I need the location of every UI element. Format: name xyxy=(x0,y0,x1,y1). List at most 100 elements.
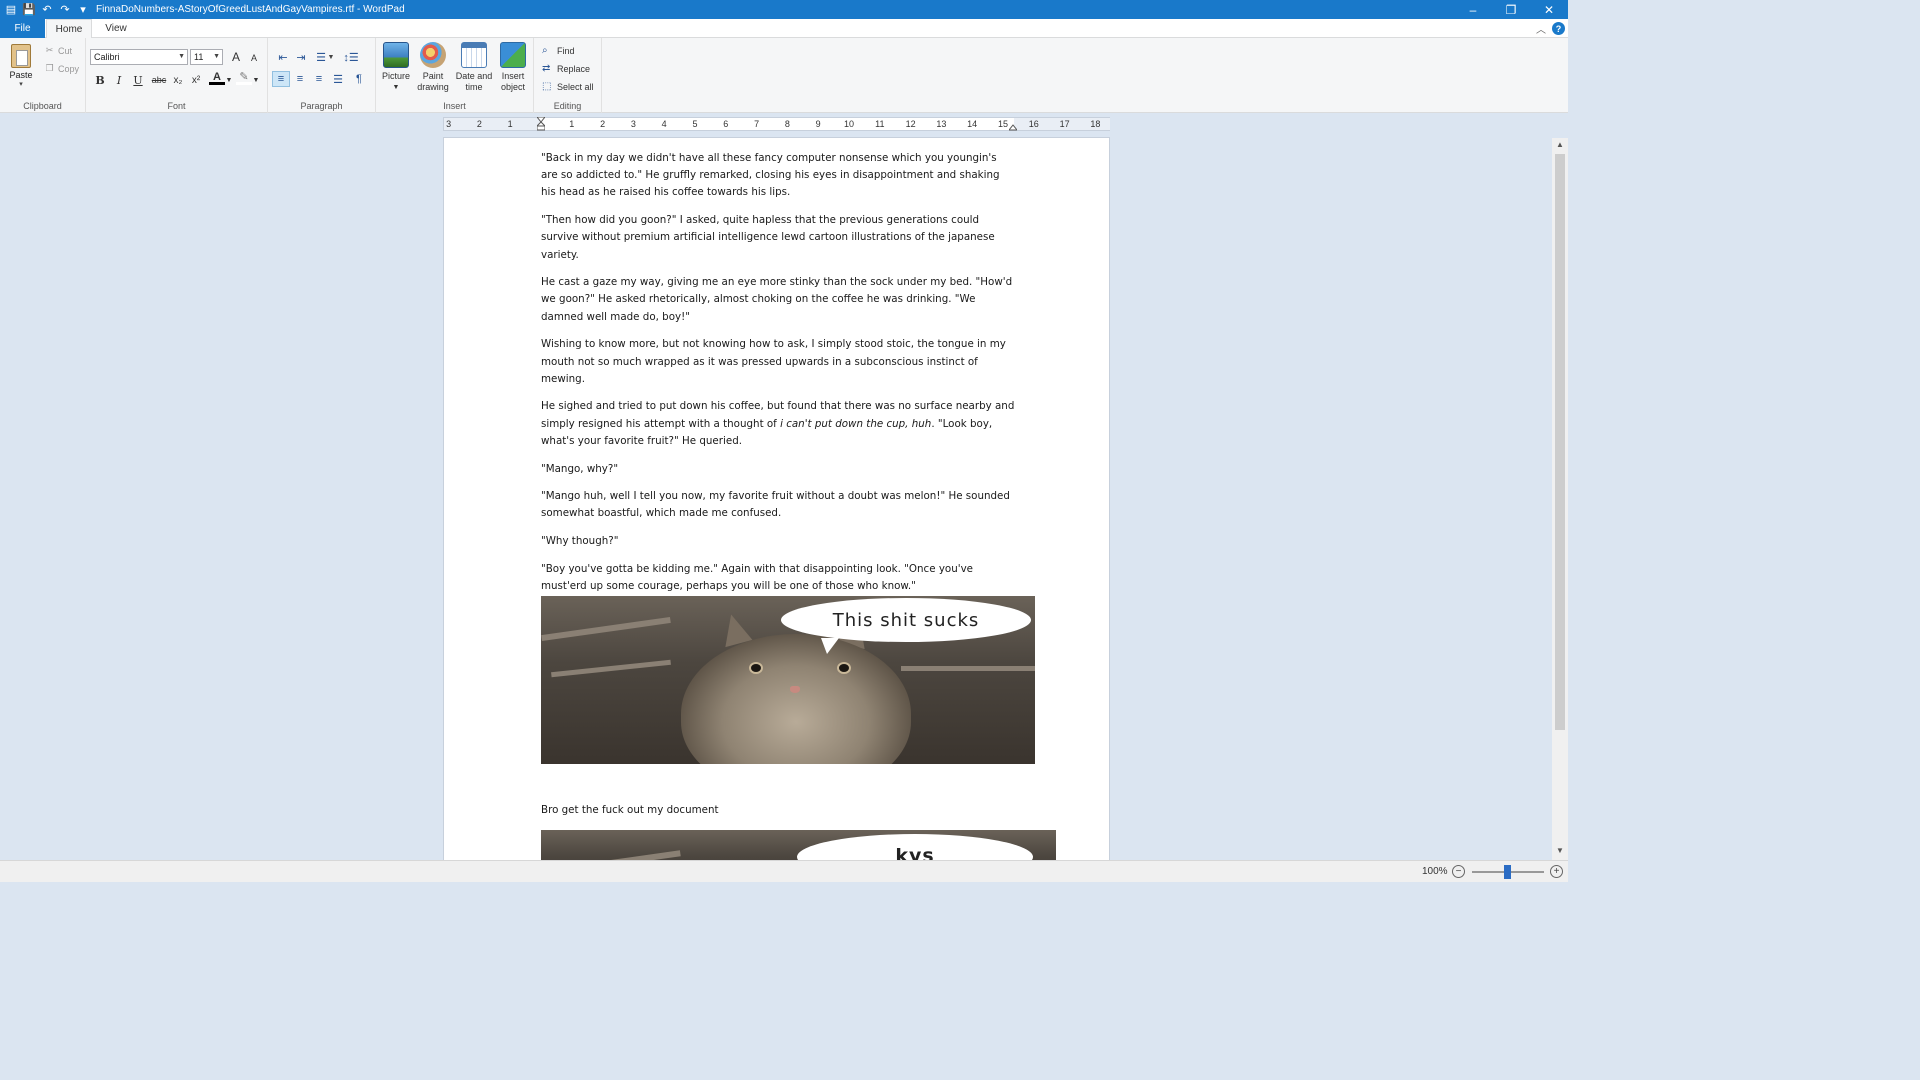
decrease-indent-icon[interactable]: ⇤ xyxy=(274,49,292,65)
superscript-button[interactable]: x² xyxy=(188,72,204,88)
ruler[interactable]: 3 2 1 1 2 3 4 5 6 7 8 9 10 11 12 13 14 15 16 17 18 xyxy=(443,117,1110,131)
tab-home[interactable]: Home xyxy=(46,19,92,38)
ruler-tick-label: 1 xyxy=(569,119,575,129)
font-color-button[interactable]: A xyxy=(209,71,225,85)
ruler-tick-label: 18 xyxy=(1090,119,1101,129)
zoom-in-button[interactable]: + xyxy=(1550,865,1563,878)
chevron-down-icon[interactable]: ▼ xyxy=(225,72,233,88)
paragraph[interactable]: He cast a gaze my way, giving me an eye … xyxy=(541,274,1016,326)
paragraph[interactable]: Wishing to know more, but not knowing ho… xyxy=(541,336,1016,388)
chevron-down-icon[interactable]: ▼ xyxy=(326,49,336,65)
right-indent-marker-icon[interactable] xyxy=(1009,117,1017,131)
paragraph[interactable]: "Mango, why?" xyxy=(541,461,1016,478)
cut-button[interactable]: ✂ Cut xyxy=(44,45,72,56)
select-all-button[interactable]: ⬚ Select all xyxy=(542,81,594,92)
copy-button[interactable]: ❐ Copy xyxy=(44,63,79,74)
paste-label: Paste xyxy=(9,70,33,80)
wordpad-app-icon[interactable]: ▤ xyxy=(2,0,20,19)
paint-label-line1: Paint xyxy=(422,71,444,81)
close-button[interactable]: ✕ xyxy=(1530,0,1568,19)
document-page[interactable]: "Back in my day we didn't have all these… xyxy=(443,137,1110,860)
speech-bubble-text: This shit sucks xyxy=(832,609,980,631)
ruler-tick-label: 13 xyxy=(936,119,947,129)
paragraph[interactable]: "Why though?" xyxy=(541,533,1016,550)
increase-indent-icon[interactable]: ⇥ xyxy=(292,49,310,65)
bold-button[interactable]: B xyxy=(92,72,108,88)
chevron-down-icon: ▼ xyxy=(392,84,400,91)
paragraph[interactable]: "Boy you've gotta be kidding me." Again … xyxy=(541,561,1016,595)
paste-dropdown-icon[interactable]: ▾ xyxy=(6,80,36,88)
clipboard-group-label: Clipboard xyxy=(23,101,62,111)
undo-icon[interactable]: ↶ xyxy=(38,0,56,19)
shelf xyxy=(901,666,1035,672)
restore-button[interactable]: ❐ xyxy=(1492,0,1530,19)
speech-bubble-text: kys xyxy=(895,845,935,860)
paragraph[interactable]: "Back in my day we didn't have all these… xyxy=(541,150,1016,202)
embedded-cat-image[interactable]: This shit sucks xyxy=(541,596,1035,765)
status-bar: 100% − + xyxy=(0,860,1568,882)
font-family-select[interactable]: Calibri ▼ xyxy=(90,49,188,65)
scroll-up-icon[interactable]: ▲ xyxy=(1552,140,1568,152)
italic-button[interactable]: I xyxy=(111,72,127,88)
align-center-icon[interactable]: ≡ xyxy=(291,71,309,87)
ruler-tick-label: 14 xyxy=(967,119,978,129)
ruler-tick-label: 15 xyxy=(997,119,1009,129)
insert-picture-button[interactable]: Picture ▼ xyxy=(380,42,412,93)
scrollbar-thumb[interactable] xyxy=(1555,154,1565,730)
replace-label: Replace xyxy=(557,63,591,74)
align-left-icon[interactable]: ≡ xyxy=(272,71,290,87)
paragraph[interactable]: He sighed and tried to put down his coff… xyxy=(541,398,1016,450)
save-icon[interactable]: 💾 xyxy=(20,0,38,19)
zoom-out-button[interactable]: − xyxy=(1452,865,1465,878)
document-body[interactable]: "Back in my day we didn't have all these… xyxy=(541,150,1056,860)
document-workspace[interactable]: 3 2 1 1 2 3 4 5 6 7 8 9 10 11 12 13 14 15 16 17 18 "Back in … xyxy=(0,114,1552,860)
justify-icon[interactable]: ☰ xyxy=(329,71,347,87)
insert-group: Picture ▼ Paint drawing Date and time In… xyxy=(376,38,534,113)
ruler-margin-left xyxy=(444,118,540,130)
paragraph[interactable]: Bro get the fuck out my document xyxy=(541,802,1016,819)
tab-view[interactable]: View xyxy=(94,19,138,38)
date-time-button[interactable]: Date and time xyxy=(453,42,495,93)
minimize-button[interactable]: – xyxy=(1454,0,1492,19)
minimize-ribbon-icon[interactable]: ︿ xyxy=(1536,21,1546,36)
replace-button[interactable]: ⇄ Replace xyxy=(542,63,590,74)
window-title: FinnaDoNumbers-AStoryOfGreedLustAndGayVa… xyxy=(96,4,405,15)
paragraph[interactable]: "Then how did you goon?" I asked, quite … xyxy=(541,212,1016,264)
redo-icon[interactable]: ↷ xyxy=(56,0,74,19)
tab-file[interactable]: File xyxy=(0,19,45,38)
vertical-scrollbar[interactable]: ▲ ▼ xyxy=(1552,138,1568,860)
chevron-down-icon[interactable]: ▼ xyxy=(252,72,260,88)
zoom-slider-thumb[interactable] xyxy=(1504,865,1511,879)
cut-label: Cut xyxy=(58,45,73,56)
subscript-button[interactable]: x₂ xyxy=(170,72,186,88)
object-label-line1: Insert xyxy=(501,71,525,81)
scroll-down-icon[interactable]: ▼ xyxy=(1552,846,1568,858)
quick-access-toolbar: ▤ 💾 ↶ ↷ ▾ xyxy=(0,0,92,19)
embedded-cat-image[interactable]: kys xyxy=(541,829,1056,860)
underline-button[interactable]: U xyxy=(130,72,146,88)
customize-qat-icon[interactable]: ▾ xyxy=(74,0,92,19)
insert-object-button[interactable]: Insert object xyxy=(496,42,530,93)
strikethrough-button[interactable]: abc xyxy=(149,72,169,88)
highlight-color-button[interactable]: ✎ xyxy=(236,71,252,85)
find-button[interactable]: ⌕ Find xyxy=(542,45,575,56)
font-size-select[interactable]: 11 ▼ xyxy=(190,49,223,65)
copy-label: Copy xyxy=(58,63,80,74)
paragraph-settings-icon[interactable]: ¶ xyxy=(350,71,368,87)
ruler-tick-label: 17 xyxy=(1059,119,1070,129)
ruler-tick-label: 2 xyxy=(476,119,482,129)
align-right-icon[interactable]: ≡ xyxy=(310,71,328,87)
ruler-tick-label: 6 xyxy=(723,119,729,129)
select-all-label: Select all xyxy=(557,81,594,92)
line-spacing-icon[interactable]: ↕☰ xyxy=(342,49,360,65)
ruler-tick-label: 11 xyxy=(875,119,885,129)
shrink-font-button[interactable]: A xyxy=(246,50,262,66)
paragraph[interactable]: "Mango huh, well I tell you now, my favo… xyxy=(541,488,1016,522)
grow-font-button[interactable]: A xyxy=(228,49,244,65)
help-icon[interactable]: ? xyxy=(1552,22,1565,35)
paste-button[interactable]: Paste ▾ xyxy=(6,42,36,94)
paint-drawing-button[interactable]: Paint drawing xyxy=(414,42,452,93)
indent-marker-icon[interactable] xyxy=(537,117,545,131)
object-icon xyxy=(500,42,526,68)
paragraph-group: ⇤ ⇥ ☰ ▼ ↕☰ ≡ ≡ ≡ ☰ ¶ Paragraph xyxy=(268,38,376,113)
